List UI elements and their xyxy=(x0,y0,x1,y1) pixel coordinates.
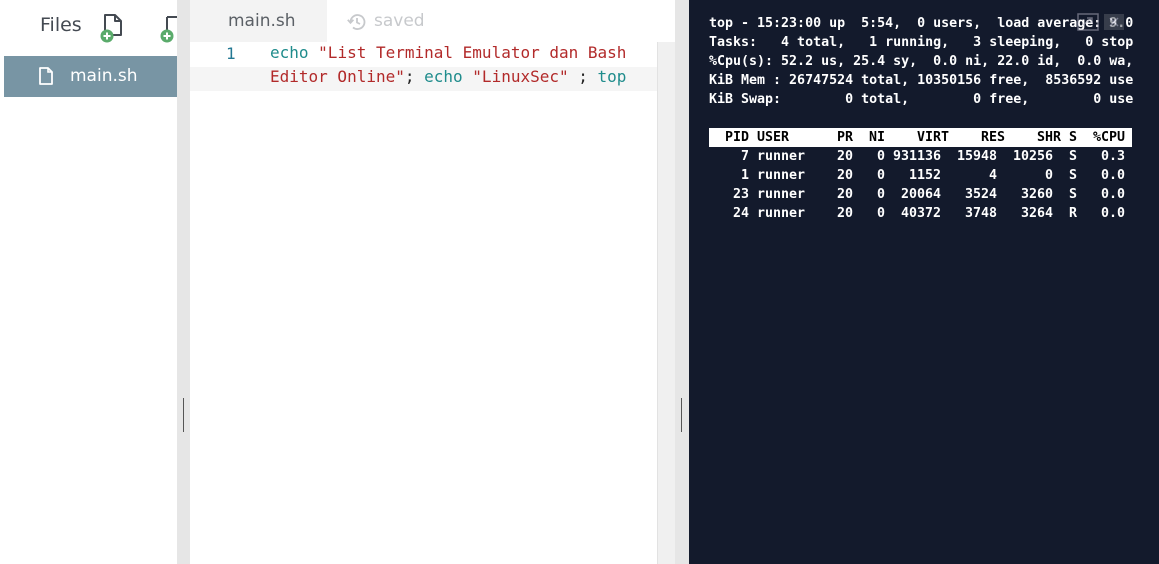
process-s: S xyxy=(1069,168,1078,183)
tab-label: main.sh xyxy=(228,11,296,31)
process-user: runner xyxy=(757,168,806,183)
close-terminal-icon[interactable] xyxy=(1103,12,1125,32)
tab-main-sh[interactable]: main.sh xyxy=(190,0,327,42)
process-pid: 1 xyxy=(740,168,749,183)
process-row: 23 runner 20 0 20064 3524 3260 S 0.0 xyxy=(709,185,1149,204)
file-sidebar: Files main.sh xyxy=(4,0,177,564)
process-row: 24 runner 20 0 40372 3748 3264 R 0.0 xyxy=(709,204,1149,223)
process-ni: 0 xyxy=(876,187,885,202)
process-s: R xyxy=(1069,206,1078,221)
line-number: 1 xyxy=(226,44,236,63)
process-virt: 1152 xyxy=(908,168,941,183)
process-ni: 0 xyxy=(876,168,885,183)
new-file-icon xyxy=(100,14,122,43)
process-pr: 20 xyxy=(836,149,853,164)
process-cpu: 0.0 xyxy=(1100,187,1125,202)
resize-grip xyxy=(183,398,184,432)
editor-tabbar: main.sh saved xyxy=(190,0,675,42)
process-pr: 20 xyxy=(836,168,853,183)
col-pr: PR xyxy=(837,130,854,145)
process-table-header: PID USER PR NI VIRT RES SHR S %CPU xyxy=(709,128,1132,147)
process-pr: 20 xyxy=(836,187,853,202)
top-summary-line: %Cpu(s): 52.2 us, 25.4 sy, 0.0 ni, 22.0 … xyxy=(709,54,1134,69)
process-res: 15948 xyxy=(956,149,997,164)
top-summary-line: Tasks: 4 total, 1 running, 3 sleeping, 0… xyxy=(709,35,1134,50)
history-icon xyxy=(347,14,366,30)
process-s: S xyxy=(1069,187,1078,202)
terminal-panel[interactable]: top - 15:23:00 up 5:54, 0 users, load av… xyxy=(689,0,1159,564)
files-title: Files xyxy=(40,14,82,36)
code-string: Editor Online" xyxy=(270,67,405,86)
col-shr: SHR xyxy=(1037,130,1062,145)
col-virt: VIRT xyxy=(917,130,950,145)
code-keyword: echo xyxy=(424,67,463,86)
col-ni: NI xyxy=(869,130,886,145)
file-icon xyxy=(39,67,53,85)
sidebar-header: Files xyxy=(4,0,177,52)
process-row: 1 runner 20 0 1152 4 0 S 0.0 xyxy=(709,166,1149,185)
process-cpu: 0.3 xyxy=(1100,149,1125,164)
process-s: S xyxy=(1069,149,1078,164)
top-summary-line: KiB Mem : 26747524 total, 10350156 free,… xyxy=(709,73,1134,88)
process-virt: 931136 xyxy=(892,149,941,164)
process-virt: 20064 xyxy=(900,187,941,202)
new-file-button[interactable] xyxy=(100,12,130,44)
code-string: "List Terminal Emulator dan Bash xyxy=(318,43,627,62)
terminal-resize-handle[interactable] xyxy=(675,0,689,564)
process-user: runner xyxy=(757,149,806,164)
expand-icon[interactable] xyxy=(1077,12,1099,32)
process-shr: 3260 xyxy=(1020,187,1053,202)
process-shr: 0 xyxy=(1044,168,1053,183)
process-pid: 24 xyxy=(732,206,749,221)
process-res: 3748 xyxy=(964,206,997,221)
code-editor: main.sh saved 1 echo "List Terminal Emul… xyxy=(190,0,676,564)
code-text: ; xyxy=(404,67,425,86)
process-ni: 0 xyxy=(876,149,885,164)
process-cpu: 0.0 xyxy=(1100,206,1125,221)
process-row: 7 runner 20 0 931136 15948 10256 S 0.3 xyxy=(709,147,1149,166)
process-virt: 40372 xyxy=(900,206,941,221)
code-line-2: Editor Online"; echo "LinuxSec" ; top xyxy=(270,65,626,89)
process-res: 4 xyxy=(988,168,997,183)
process-ni: 0 xyxy=(876,206,885,221)
file-item-main-sh[interactable]: main.sh xyxy=(4,56,177,97)
file-item-label: main.sh xyxy=(70,66,138,86)
editor-scrollbar[interactable] xyxy=(657,42,676,564)
process-pr: 20 xyxy=(836,206,853,221)
top-summary-line: KiB Swap: 0 total, 0 free, 0 use xyxy=(709,92,1134,107)
process-user: runner xyxy=(757,206,806,221)
process-pid: 7 xyxy=(740,149,749,164)
code-keyword: echo xyxy=(270,43,309,62)
col-cpu: %CPU xyxy=(1093,130,1126,145)
process-res: 3524 xyxy=(964,187,997,202)
save-status-label: saved xyxy=(374,11,425,31)
code-text: ; xyxy=(568,67,598,86)
code-string: "LinuxSec" xyxy=(472,67,569,86)
code-line-1: echo "List Terminal Emulator dan Bash xyxy=(270,41,626,65)
process-shr: 10256 xyxy=(1012,149,1053,164)
terminal-controls xyxy=(1077,12,1137,38)
sidebar-resize-handle[interactable] xyxy=(177,0,190,564)
resize-grip xyxy=(681,398,682,432)
new-folder-button[interactable] xyxy=(158,12,177,44)
col-pid: PID xyxy=(725,130,750,145)
code-keyword: top xyxy=(597,67,627,86)
code-area[interactable]: 1 echo "List Terminal Emulator dan Bash … xyxy=(190,42,657,564)
process-pid: 23 xyxy=(732,187,749,202)
process-user: runner xyxy=(757,187,806,202)
process-shr: 3264 xyxy=(1020,206,1053,221)
process-cpu: 0.0 xyxy=(1100,168,1125,183)
col-res: RES xyxy=(981,130,1006,145)
col-user: USER xyxy=(757,130,790,145)
top-summary-line: top - 15:23:00 up 5:54, 0 users, load av… xyxy=(709,16,1134,31)
col-s: S xyxy=(1069,130,1078,145)
new-folder-icon xyxy=(160,16,177,43)
